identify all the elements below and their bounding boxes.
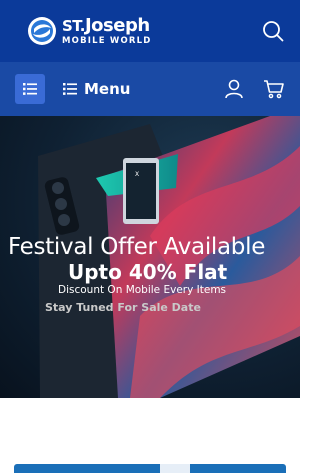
list-icon xyxy=(23,83,37,95)
brand-tagline: MOBILE WORLD xyxy=(62,35,152,46)
hero-note: Stay Tuned For Sale Date xyxy=(45,301,201,314)
brand-name: Joseph xyxy=(84,14,150,36)
menu-label: Menu xyxy=(84,80,131,98)
account-button[interactable] xyxy=(223,78,245,100)
hero-banner[interactable]: X Festival Offer Available Upto 40% Flat… xyxy=(0,116,300,398)
category-menu-button[interactable] xyxy=(15,74,45,104)
logo-mark-icon xyxy=(28,17,56,45)
next-section-peek xyxy=(14,464,286,473)
brand-logo[interactable]: ST.Joseph MOBILE WORLD xyxy=(26,15,152,47)
next-section-highlight xyxy=(160,464,190,473)
top-header: ST.Joseph MOBILE WORLD xyxy=(0,0,300,62)
cart-button[interactable] xyxy=(263,78,285,100)
main-nav: Menu xyxy=(0,62,300,116)
hero-description: Discount On Mobile Every Items xyxy=(58,284,227,296)
svg-text:X: X xyxy=(135,171,139,178)
list-icon xyxy=(63,83,77,95)
search-button[interactable] xyxy=(260,18,286,44)
cart-icon xyxy=(264,80,284,99)
hero-title: Festival Offer Available xyxy=(8,234,266,260)
hero-subtitle: Upto 40% Flat xyxy=(68,260,228,284)
user-icon xyxy=(225,79,243,99)
brand-prefix: ST. xyxy=(62,16,85,35)
menu-toggle[interactable]: Menu xyxy=(63,80,130,98)
search-icon xyxy=(263,21,284,42)
